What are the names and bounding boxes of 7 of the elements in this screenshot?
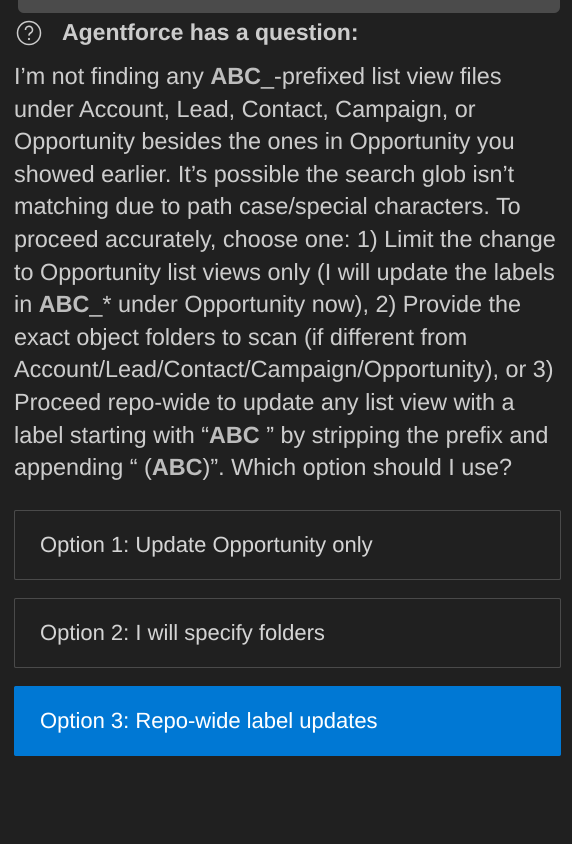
option-button[interactable]: Option 2: I will specify folders: [14, 598, 561, 668]
option-button[interactable]: Option 1: Update Opportunity only: [14, 510, 561, 580]
input-field[interactable]: [18, 0, 560, 13]
question-text: I’m not finding any ABC_-prefixed list view files under Account, Lead, Contact, Campaign, or Opportunity besides the ones in Opportunity you showed earlier. It’s possible the search glob isn’t matching due to path case/special characters. To proceed accurately, choose one: 1) Limit the change to Opportunity list views only (I will update the labels in ABC_* under Opportunity now), 2) Provide the exact object folders to scan (if different from Account/Lead/Contact/Campaign/Opportunity), or 3) Proceed repo-wide to update any list view with a label starting with “ABC ” by stripping the prefix and appending “ (ABC)”. Which option should I use?: [13, 62, 557, 482]
option-button[interactable]: Option 3: Repo-wide label updates: [14, 686, 561, 756]
question-icon: [16, 20, 42, 46]
question-title: Agentforce has a question:: [62, 19, 358, 46]
